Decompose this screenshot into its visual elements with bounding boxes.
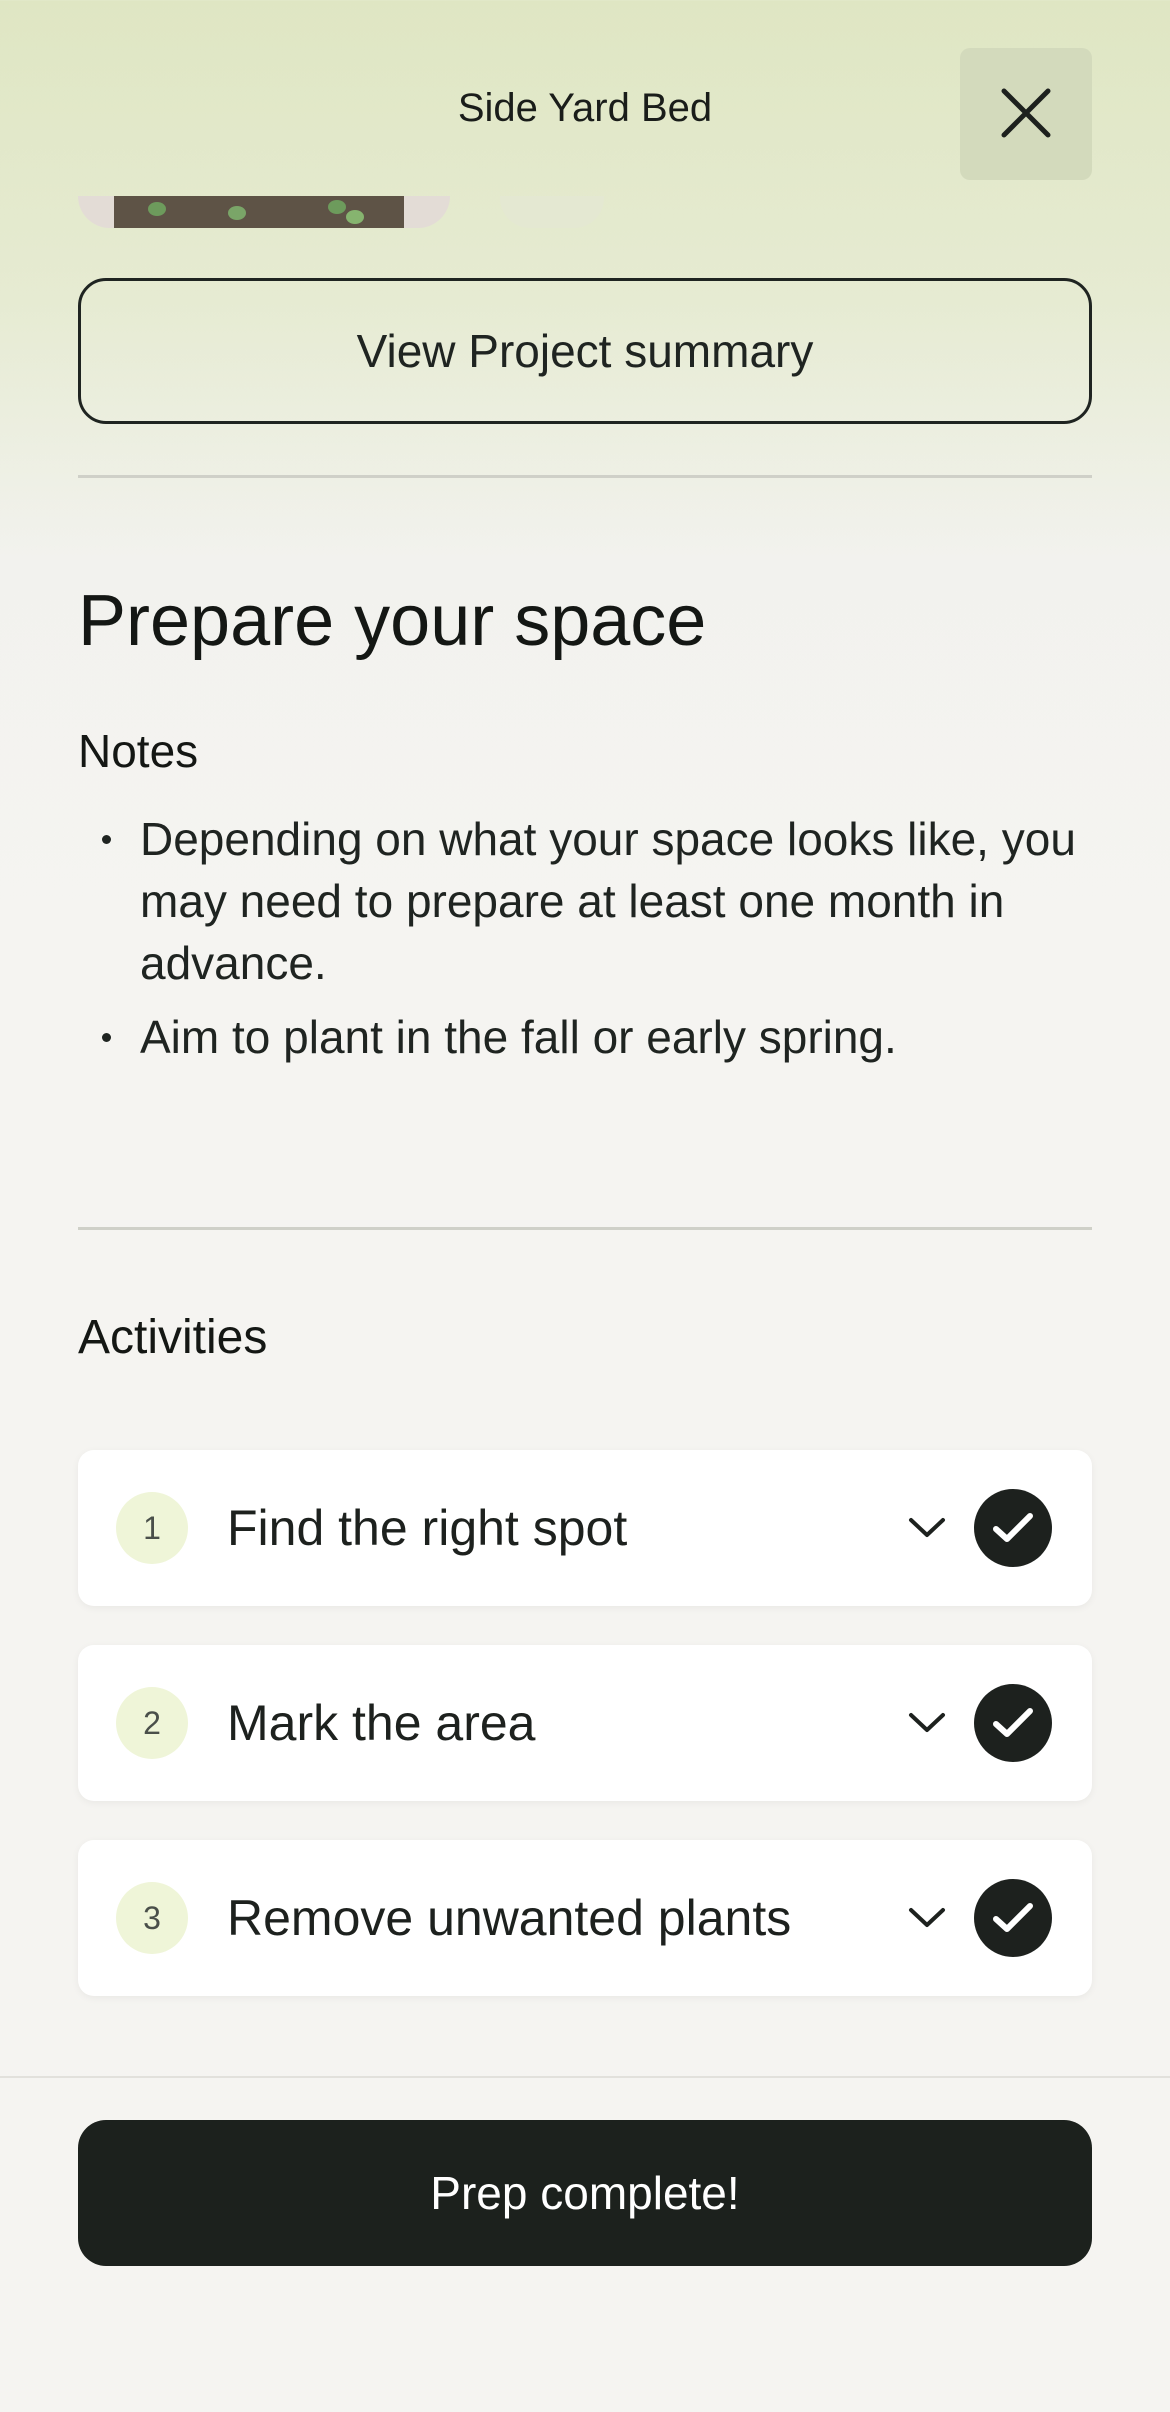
chevron-down-icon[interactable]: [902, 1698, 952, 1748]
activity-card-mark-the-area[interactable]: 2 Mark the area: [78, 1645, 1092, 1801]
view-project-summary-button[interactable]: View Project summary: [78, 278, 1092, 424]
divider: [78, 475, 1092, 478]
complete-toggle[interactable]: [974, 1879, 1052, 1957]
chevron-down-icon[interactable]: [902, 1503, 952, 1553]
activity-card-find-the-right-spot[interactable]: 1 Find the right spot: [78, 1450, 1092, 1606]
divider: [78, 1227, 1092, 1230]
check-icon: [993, 1708, 1033, 1737]
project-chip: [500, 196, 604, 228]
chevron-down-icon[interactable]: [902, 1893, 952, 1943]
notes-list: Depending on what your space looks like,…: [78, 808, 1098, 1080]
list-item: Depending on what your space looks like,…: [78, 808, 1098, 994]
footer-bar: Prep complete!: [0, 2076, 1170, 2412]
project-image-thumbnail[interactable]: [78, 196, 450, 228]
check-icon: [993, 1903, 1033, 1932]
activity-title: Mark the area: [227, 1695, 536, 1751]
step-number-badge: 2: [116, 1687, 188, 1759]
prep-complete-button[interactable]: Prep complete!: [78, 2120, 1092, 2266]
check-icon: [993, 1513, 1033, 1542]
activity-title: Remove unwanted plants: [227, 1890, 792, 1946]
step-number-badge: 3: [116, 1882, 188, 1954]
complete-toggle[interactable]: [974, 1489, 1052, 1567]
list-item: Aim to plant in the fall or early spring…: [78, 1006, 1098, 1068]
activity-card-remove-unwanted-plants[interactable]: 3 Remove unwanted plants: [78, 1840, 1092, 1996]
bullet-icon: [102, 835, 111, 844]
close-icon: [1000, 87, 1052, 142]
notes-heading: Notes: [78, 725, 199, 777]
close-button[interactable]: [960, 48, 1092, 180]
complete-toggle[interactable]: [974, 1684, 1052, 1762]
step-number-badge: 1: [116, 1492, 188, 1564]
activities-heading: Activities: [78, 1311, 268, 1364]
activity-title: Find the right spot: [227, 1500, 628, 1556]
header: Side Yard Bed: [0, 0, 1170, 230]
bullet-icon: [102, 1033, 111, 1042]
section-title: Prepare your space: [78, 581, 707, 661]
